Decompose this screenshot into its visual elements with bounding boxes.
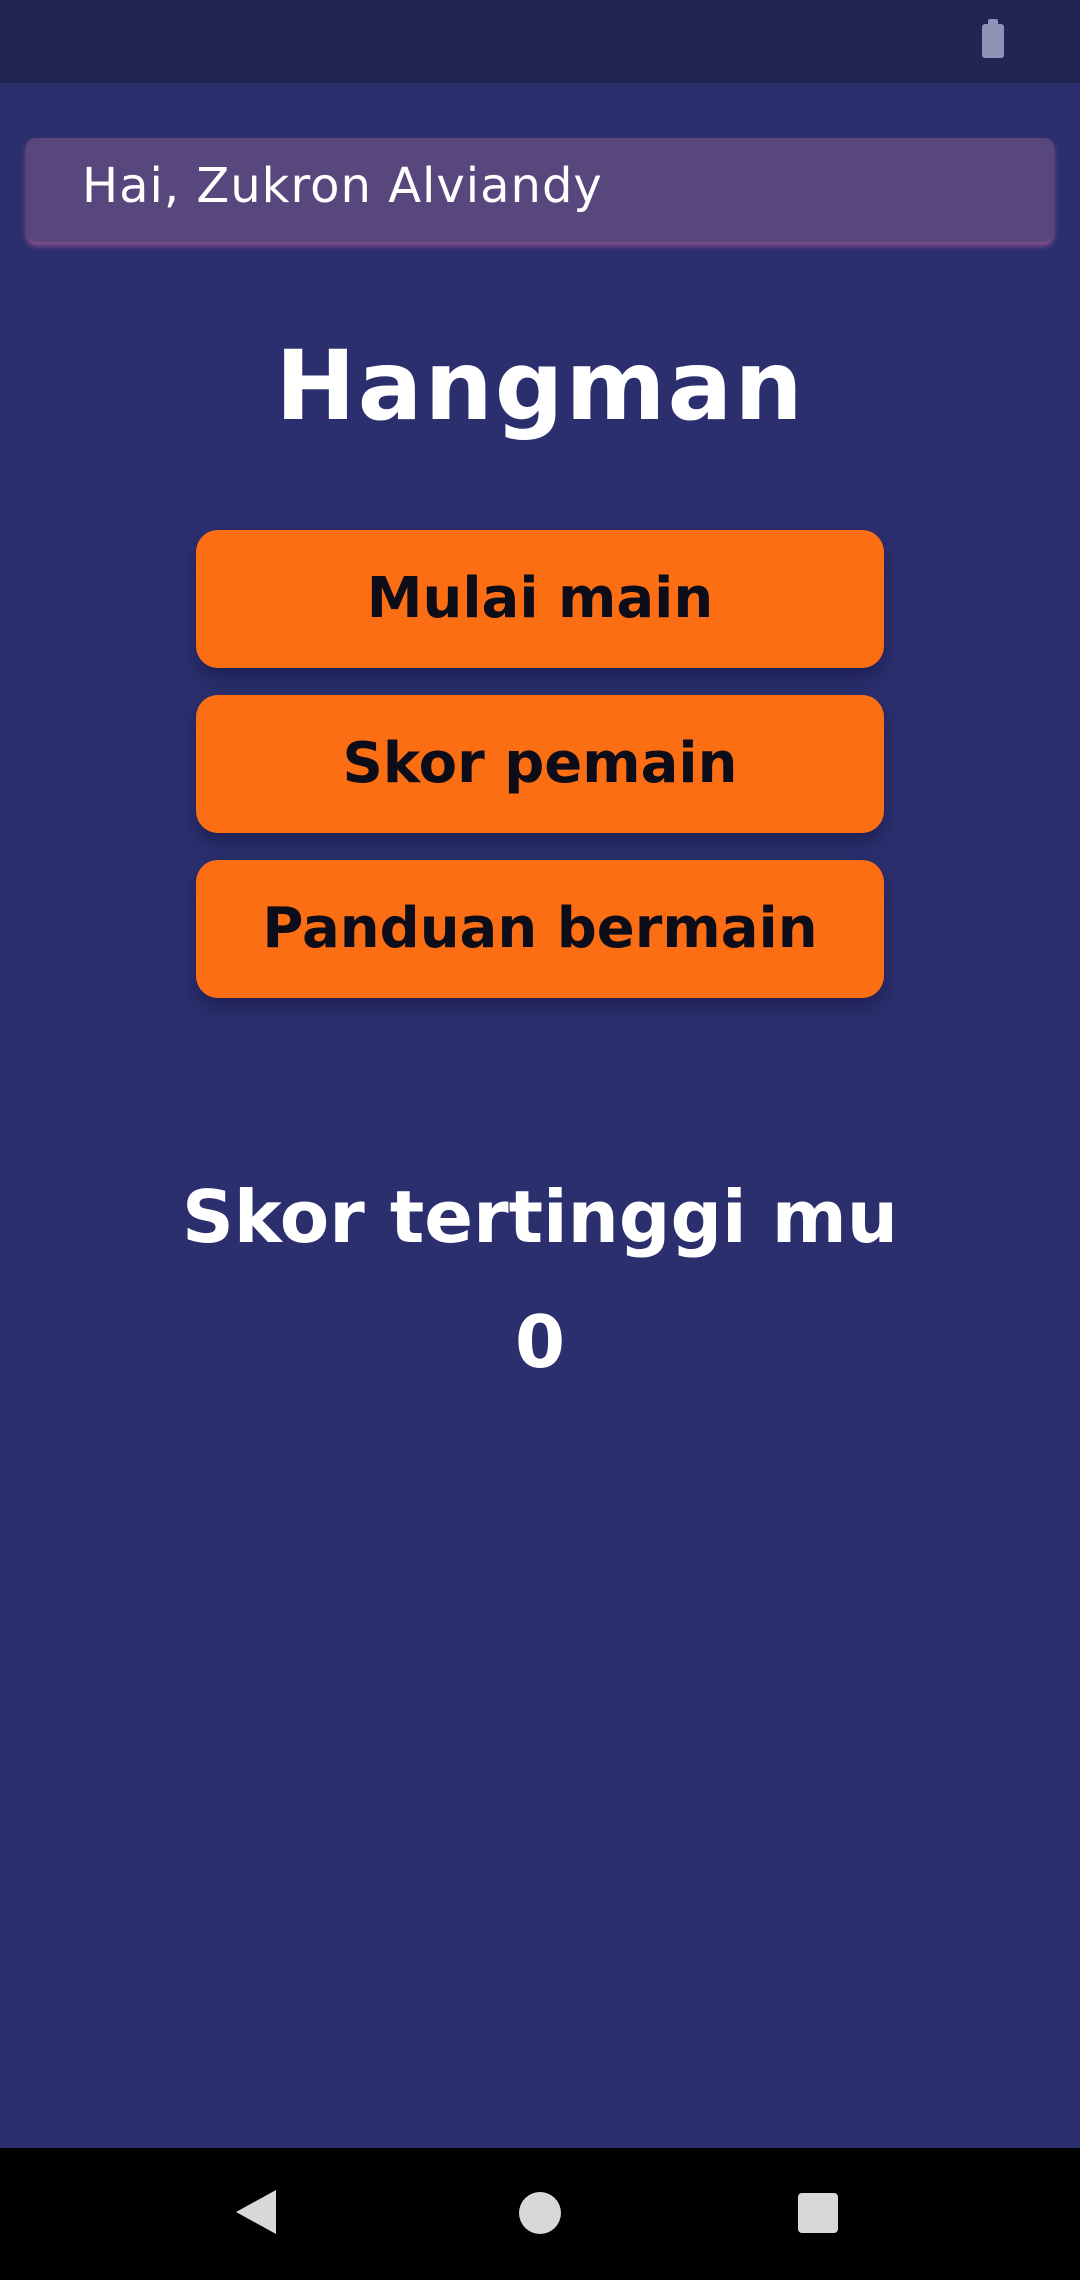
greeting-card: Hai, Zukron Alviandy [26,138,1054,242]
hangman-home-screen: Hai, Zukron Alviandy Hangman Mulai main … [0,0,1080,2280]
highscore-label: Skor tertinggi mu [181,1175,899,1259]
home-circle-icon[interactable] [519,2192,561,2234]
highscore-value: 0 [514,1300,566,1384]
game-guide-button[interactable]: Panduan bermain [196,860,884,998]
greeting-text: Hai, Zukron Alviandy [82,158,603,214]
navigation-bar [0,2148,1080,2280]
start-game-button[interactable]: Mulai main [196,530,884,668]
player-scores-button[interactable]: Skor pemain [196,695,884,833]
status-bar [0,0,1080,83]
battery-icon [982,19,1004,58]
recents-square-icon[interactable] [798,2193,838,2233]
back-triangle-icon[interactable] [236,2190,276,2234]
app-title: Hangman [275,330,805,442]
